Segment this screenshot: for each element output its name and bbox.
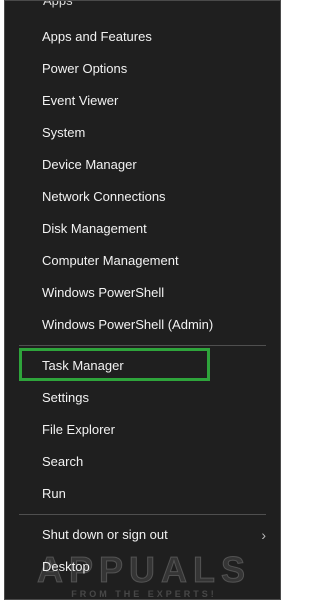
menu-item-settings[interactable]: Settings [5,383,280,413]
screenshot-frame: Apps Apps and Features Power Options Eve… [0,0,287,604]
menu-item-system[interactable]: System [5,118,280,148]
menu-item-label: Device Manager [42,157,137,172]
menu-item-windows-powershell-admin[interactable]: Windows PowerShell (Admin) [5,310,280,340]
menu-item-task-manager[interactable]: Task Manager [5,351,280,381]
menu-item-disk-management[interactable]: Disk Management [5,214,280,244]
winx-context-menu: Apps Apps and Features Power Options Eve… [4,0,281,600]
menu-item-computer-management[interactable]: Computer Management [5,246,280,276]
menu-item-label: Shut down or sign out [42,527,168,542]
menu-item-label: Windows PowerShell (Admin) [42,317,214,332]
menu-item-run[interactable]: Run [5,479,280,509]
menu-item-label: Windows PowerShell [42,285,165,300]
menu-item-label: Network Connections [42,189,166,204]
menu-item-shut-down-or-sign-out[interactable]: Shut down or sign out › [5,520,280,550]
menu-item-label: Search [42,454,84,469]
menu-item-windows-powershell[interactable]: Windows PowerShell [5,278,280,308]
menu-item-file-explorer[interactable]: File Explorer [5,415,280,445]
menu-item-label: System [42,125,86,140]
menu-item-device-manager[interactable]: Device Manager [5,150,280,180]
menu-item-label: Desktop [42,559,90,574]
menu-item-label: Settings [42,390,89,405]
menu-item-label: File Explorer [42,422,115,437]
menu-item-cut-off: Apps [43,0,73,8]
menu-item-label: Computer Management [42,253,179,268]
menu-item-label: Run [42,486,66,501]
watermark-tagline: FROM THE EXPERTS! [71,589,217,599]
menu-item-label: Power Options [42,61,128,76]
menu-item-label: Disk Management [42,221,147,236]
menu-item-label: Task Manager [42,358,124,373]
menu-item-apps-and-features[interactable]: Apps and Features [5,22,280,52]
menu-item-event-viewer[interactable]: Event Viewer [5,86,280,116]
menu-separator [19,345,266,346]
menu-separator [19,514,266,515]
menu-item-label: Apps and Features [42,29,152,44]
menu-item-label: Event Viewer [42,93,119,108]
chevron-right-icon: › [261,527,266,543]
menu-item-desktop[interactable]: Desktop [5,552,280,582]
menu-item-power-options[interactable]: Power Options [5,54,280,84]
menu-item-search[interactable]: Search [5,447,280,477]
menu-item-network-connections[interactable]: Network Connections [5,182,280,212]
